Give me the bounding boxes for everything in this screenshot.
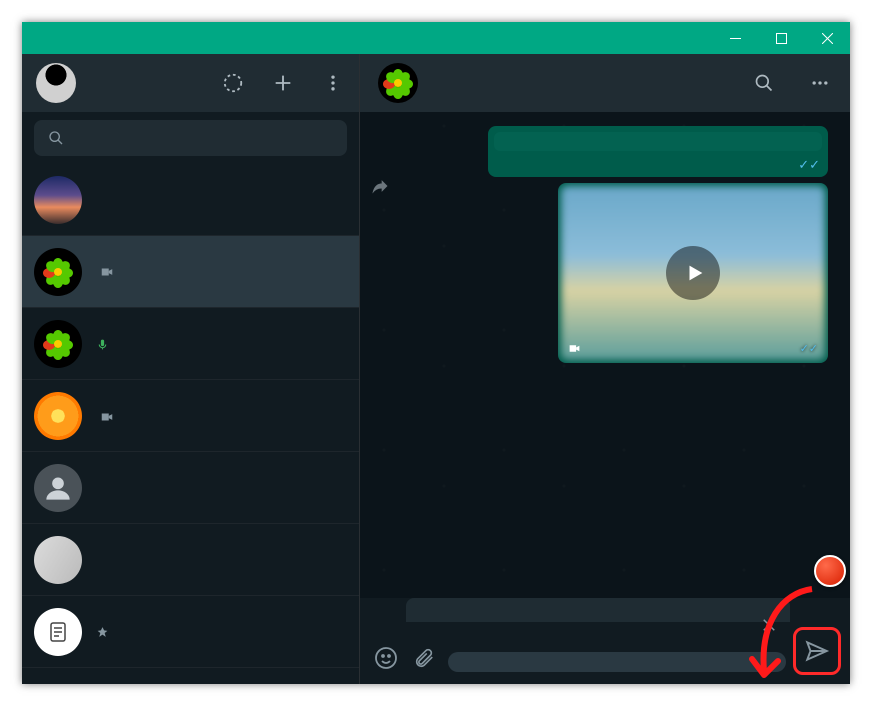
chat-item-my-notes[interactable] <box>22 596 359 668</box>
search-wrap <box>22 112 359 164</box>
chat-item-lumpics-test-4[interactable] <box>22 380 359 452</box>
search-box[interactable] <box>34 120 347 156</box>
video-icon <box>100 265 114 279</box>
status-icon[interactable] <box>221 71 245 95</box>
search-in-chat-icon[interactable] <box>752 71 776 95</box>
avatar <box>34 320 82 368</box>
sidebar-header <box>22 54 359 112</box>
my-avatar[interactable] <box>36 63 76 103</box>
app-window: ✓✓ ✓✓ <box>22 22 850 684</box>
message-video-bubble[interactable]: ✓✓ <box>558 183 828 363</box>
chat-item-test-group[interactable] <box>22 164 359 236</box>
link-preview-compose <box>406 598 790 622</box>
message-link-bubble[interactable]: ✓✓ <box>488 126 828 177</box>
chat-preview <box>96 193 100 208</box>
video-icon <box>568 342 581 355</box>
messages-area[interactable]: ✓✓ ✓✓ <box>360 112 850 598</box>
avatar <box>34 176 82 224</box>
video-icon <box>100 410 114 424</box>
search-input[interactable] <box>82 130 333 146</box>
conversation-panel: ✓✓ ✓✓ <box>360 54 850 684</box>
mic-icon <box>96 338 109 351</box>
avatar <box>34 536 82 584</box>
avatar <box>34 248 82 296</box>
read-ticks-icon: ✓✓ <box>800 342 818 355</box>
compose-area <box>360 598 850 684</box>
video-duration <box>568 342 585 355</box>
titlebar <box>22 22 850 54</box>
close-button[interactable] <box>804 22 850 54</box>
contact-avatar[interactable] <box>378 63 418 103</box>
chat-item-lumpics-test-3[interactable] <box>22 452 359 524</box>
avatar <box>34 392 82 440</box>
close-preview-icon[interactable] <box>758 614 780 636</box>
link-preview-card <box>494 132 822 151</box>
avatar <box>34 608 82 656</box>
video-time-meta: ✓✓ <box>796 342 818 355</box>
message-meta: ✓✓ <box>794 157 820 173</box>
pin-icon <box>96 626 109 639</box>
chat-menu-icon[interactable] <box>808 71 832 95</box>
attach-icon[interactable] <box>410 644 438 672</box>
minimize-button[interactable] <box>712 22 758 54</box>
play-icon[interactable] <box>666 246 720 300</box>
send-button[interactable] <box>796 630 838 672</box>
avatar <box>34 464 82 512</box>
forward-icon[interactable] <box>370 176 390 196</box>
chat-item-lumpics-test-2[interactable] <box>22 308 359 380</box>
emoji-icon[interactable] <box>372 644 400 672</box>
message-input[interactable] <box>448 652 786 672</box>
chat-item-lumpics-test[interactable] <box>22 236 359 308</box>
chat-list[interactable] <box>22 164 359 684</box>
read-ticks-icon: ✓✓ <box>798 157 820 173</box>
maximize-button[interactable] <box>758 22 804 54</box>
menu-icon[interactable] <box>321 71 345 95</box>
new-chat-icon[interactable] <box>271 71 295 95</box>
search-icon <box>48 130 64 146</box>
chat-item-test-group-ru[interactable] <box>22 524 359 596</box>
conversation-header <box>360 54 850 112</box>
sidebar <box>22 54 360 684</box>
